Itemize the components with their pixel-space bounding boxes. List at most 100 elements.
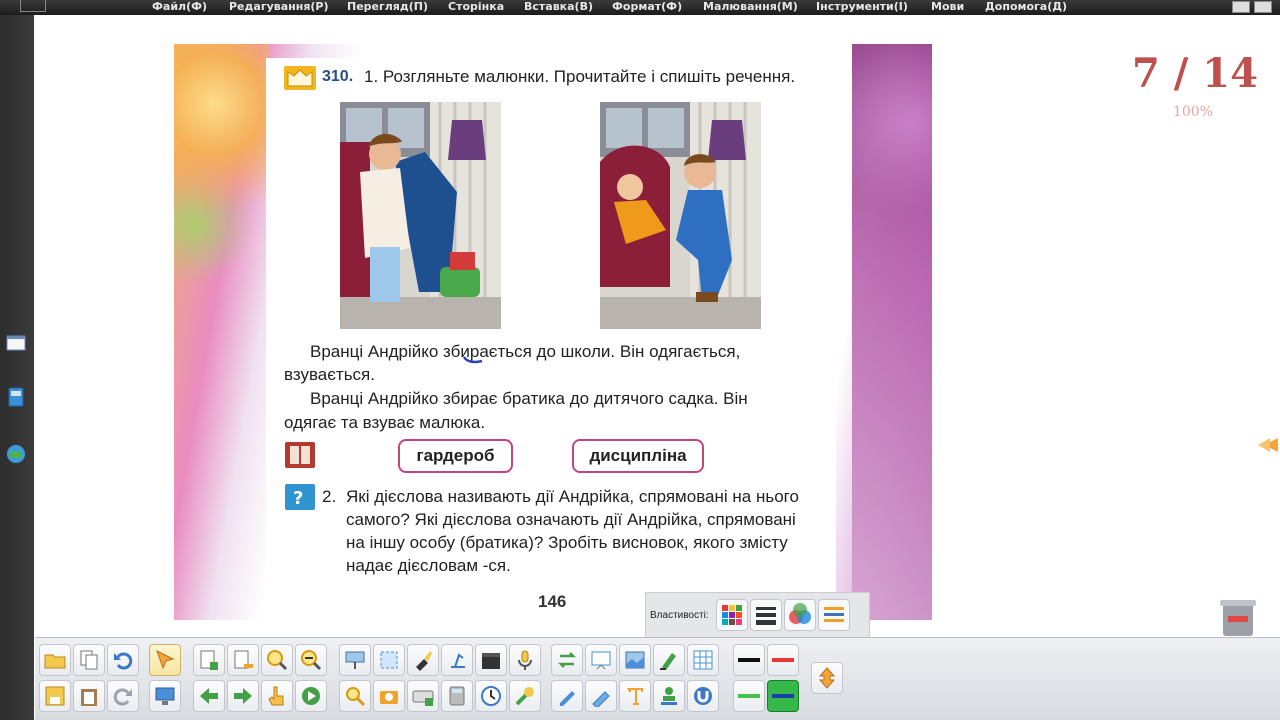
svg-text:?: ? [293,488,303,509]
document-camera-button[interactable] [441,644,473,676]
menu-format[interactable]: Формат(Ф) [612,0,682,14]
screen-capture-button[interactable] [373,680,405,712]
clock-icon [481,686,501,706]
redo-button[interactable] [107,680,139,712]
fullscreen-icon [380,651,398,669]
minimize-button[interactable] [1232,1,1250,13]
paragraph-1-line-2: взувається. [284,365,375,384]
menu-languages[interactable]: Мови [931,0,964,14]
marker-icon [592,691,610,707]
delete-page-button[interactable] [227,644,259,676]
page-counter: 7 / 14 [1132,50,1258,97]
document-camera-icon [451,653,465,668]
paragraph-2-line-2: одягає та взуває малюка. [284,413,486,432]
menu-tools[interactable]: Інструменти(І) [816,0,908,14]
menu-help[interactable]: Допомога(Д) [985,0,1067,14]
text-tool-button[interactable] [619,680,651,712]
next-page-arrow-icon[interactable] [1258,434,1280,456]
text-align-icon [824,607,844,622]
arrow-left-icon [200,688,218,704]
transparency-button[interactable] [784,599,816,631]
stamp-icon [661,687,677,705]
menu-draw[interactable]: Малювання(М) [703,0,798,14]
blue-line-icon [772,694,794,698]
undo-button[interactable] [107,644,139,676]
table-button[interactable] [687,644,719,676]
globe-icon[interactable] [5,443,27,465]
play-icon [302,687,320,705]
toolbar-position-button[interactable] [811,662,843,694]
microphone-button[interactable] [509,644,541,676]
line-style-button[interactable] [750,599,782,631]
page-view-icon[interactable] [5,332,27,354]
calculator-button[interactable] [441,680,473,712]
dictionary-icon [285,442,315,468]
properties-label: Властивості: [650,610,709,621]
clipboard-icon [81,689,97,706]
zoom-in-button[interactable] [261,644,293,676]
save-button[interactable] [39,680,71,712]
recorder-button[interactable] [475,644,507,676]
green-line-button[interactable] [733,680,765,712]
properties-panel: Властивості: [645,592,870,640]
screen-shade-button[interactable] [339,644,371,676]
tools-button[interactable] [509,680,541,712]
menu-file[interactable]: Файл(Ф) [152,0,207,14]
highlighter-button[interactable] [653,644,685,676]
menu-insert[interactable]: Вставка(В) [524,0,593,14]
open-file-button[interactable] [39,644,71,676]
fill-color-button[interactable] [716,599,748,631]
black-line-button[interactable] [733,644,765,676]
book-icon[interactable] [5,386,27,408]
task-number: 2. [322,487,337,506]
delete-page-icon [234,650,253,669]
text-properties-button[interactable] [818,599,850,631]
menu-view[interactable]: Перегляд(П) [347,0,428,14]
zoom-out-icon [301,650,322,671]
zoom-in-icon [267,650,288,671]
microphone-icon [518,650,532,670]
pan-tool-button[interactable] [261,680,293,712]
previous-page-button[interactable] [193,680,225,712]
fullscreen-button[interactable] [373,644,405,676]
shapes-button[interactable] [687,680,719,712]
color-grid-icon [722,605,742,625]
table-icon [693,650,713,670]
restore-button[interactable] [1254,1,1272,13]
keyboard-button[interactable] [407,680,439,712]
magnifier-icon [346,687,366,707]
whiteboard-button[interactable] [585,644,617,676]
screen-mode-button[interactable] [149,680,181,712]
trash-icon[interactable] [1218,596,1258,638]
play-button[interactable] [295,680,327,712]
cursor-arrow-icon [156,649,175,670]
background-button[interactable] [619,644,651,676]
select-tool-button[interactable] [149,644,181,676]
paste-button[interactable] [73,680,105,712]
screen-shade-icon [345,651,365,669]
color-circles-icon [789,603,811,624]
add-page-button[interactable] [193,644,225,676]
stamp-button[interactable] [653,680,685,712]
zoom-out-button[interactable] [295,644,327,676]
menu-edit[interactable]: Редагування(Р) [229,0,329,14]
clapperboard-icon [482,653,500,669]
question-line-3: на іншу особу (братика)? Зробіть висново… [346,533,788,552]
blue-line-button[interactable] [767,680,799,712]
marker-button[interactable] [585,680,617,712]
app-icon[interactable] [20,0,46,12]
monitor-icon [155,687,175,705]
text-t-icon [627,688,643,705]
swap-button[interactable] [551,644,583,676]
red-line-button[interactable] [767,644,799,676]
next-page-button[interactable] [227,680,259,712]
pen-button[interactable] [551,680,583,712]
menu-page[interactable]: Сторінка [448,0,504,14]
shapes-icon [694,687,712,705]
timer-button[interactable] [475,680,507,712]
redo-icon [113,688,132,706]
magnifier-button[interactable] [339,680,371,712]
spotlight-button[interactable] [407,644,439,676]
exercise-number: 310. [322,68,354,85]
copy-page-button[interactable] [73,644,105,676]
